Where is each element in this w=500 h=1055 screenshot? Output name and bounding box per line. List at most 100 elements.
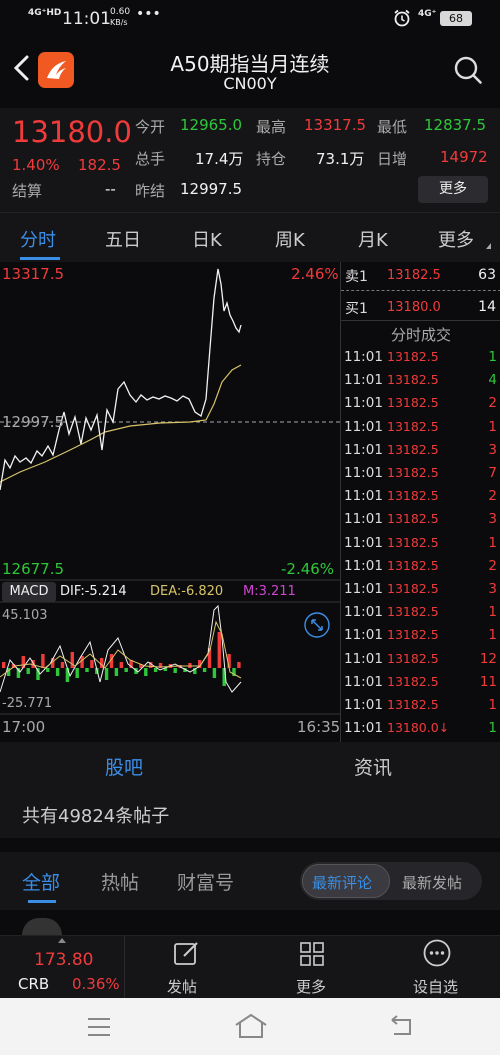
tab-weekly-k[interactable]: 周K	[275, 226, 305, 252]
m-value: M:3.211	[243, 584, 296, 599]
trade-qty: 2	[488, 395, 497, 412]
sort-latest-post[interactable]: 最新发帖	[402, 872, 462, 893]
system-nav-bar	[0, 998, 500, 1055]
trade-qty: 1	[488, 720, 497, 737]
trade-price: 13182.5	[387, 511, 439, 527]
macd-bar	[70, 652, 74, 668]
base-price-label: 12997.5	[2, 413, 65, 431]
trade-time: 11:01	[344, 650, 383, 667]
low-value: 12837.5	[424, 116, 487, 134]
trade-row: 11:01 13182.5 7	[341, 463, 500, 486]
tab-more[interactable]: 更多	[438, 226, 474, 252]
forum-subtabs: 全部 热帖 财富号 最新评论 最新发帖	[0, 852, 500, 910]
add-watchlist-button[interactable]: 设自选	[413, 976, 458, 997]
community-tabs: 股吧 资讯	[0, 742, 500, 790]
menu-icon[interactable]	[86, 1016, 112, 1038]
sell1-price: 13182.5	[387, 268, 441, 283]
macd-bar	[26, 668, 30, 674]
home-icon[interactable]	[233, 1012, 269, 1040]
macd-bar	[75, 668, 79, 678]
trade-row: 11:01 13182.5 11	[341, 672, 500, 695]
trade-time: 11:01	[344, 720, 383, 737]
trade-time: 11:01	[344, 673, 383, 690]
macd-bar	[46, 668, 50, 672]
macd-bar	[65, 668, 70, 682]
add-watchlist-icon[interactable]	[422, 938, 452, 968]
settle-label: 结算	[12, 182, 43, 200]
trade-time: 11:01	[344, 534, 383, 551]
trade-list[interactable]: 11:01 13182.5 1 11:01 13182.5 4 11:01 13182.5 2 1…	[341, 347, 500, 742]
change-value: 182.5	[78, 156, 121, 174]
subtab-wealth[interactable]: 财富号	[177, 868, 234, 895]
macd-bar	[153, 668, 158, 672]
subtab-all[interactable]: 全部	[22, 868, 60, 895]
trade-qty: 12	[479, 650, 497, 667]
trade-row: 11:01 13182.5 1	[341, 347, 500, 370]
tab-daily-k[interactable]: 日K	[192, 226, 222, 252]
macd-bar	[144, 668, 148, 676]
tab-intraday[interactable]: 分时	[20, 226, 56, 252]
more-button[interactable]: 更多	[296, 976, 326, 997]
status-bar: 4G⁺HD 11:01 0.60 KB/s ••• 4G⁺ 68	[0, 0, 500, 36]
macd-bar	[55, 668, 60, 676]
tab-monthly-k[interactable]: 月K	[358, 226, 388, 252]
back-nav-icon[interactable]	[389, 1014, 415, 1038]
buy1-price: 13180.0	[387, 300, 441, 315]
subtab-hot[interactable]: 热帖	[101, 868, 139, 895]
last-price: 13180.0	[12, 115, 132, 149]
macd-axis-min: -25.771	[2, 696, 53, 711]
trade-qty: 1	[488, 349, 497, 365]
chart-tabs: 分时 五日 日K 周K 月K 更多	[0, 212, 500, 262]
trade-price: 13182.5	[387, 627, 439, 643]
trade-qty: 1	[488, 627, 497, 644]
post-count-bar: 共有49824条帖子	[0, 790, 500, 838]
trade-qty: 1	[488, 604, 497, 621]
tab-news[interactable]: 资讯	[354, 753, 392, 780]
open-interest-value: 73.1万	[316, 150, 365, 168]
low-label: 最低	[377, 118, 408, 136]
trade-qty: 1	[488, 534, 497, 551]
trade-qty: 2	[488, 488, 497, 505]
macd-bar	[90, 660, 94, 668]
trade-price: 13182.5	[387, 418, 439, 434]
percent-axis-max: 2.46%	[291, 265, 339, 283]
post-button[interactable]: 发帖	[167, 976, 197, 997]
bottom-toolbar: 173.80 CRB 0.36% 发帖 更多 设自选	[0, 935, 500, 999]
sort-latest-comment[interactable]: 最新评论	[312, 872, 372, 893]
trade-row: 11:01 13182.5 2	[341, 556, 500, 579]
high-label: 最高	[256, 118, 287, 136]
book-separator	[341, 320, 500, 321]
fullscreen-icon[interactable]	[304, 612, 330, 638]
back-button[interactable]	[10, 54, 34, 82]
post-count: 共有49824条帖子	[22, 806, 170, 827]
ticker-widget[interactable]: 173.80 CRB 0.36%	[0, 936, 125, 999]
net-speed: 0.60	[110, 7, 131, 17]
trades-title: 分时成交	[390, 326, 451, 344]
more-notifications-icon: •••	[136, 6, 161, 22]
trade-time: 11:01	[344, 557, 383, 574]
compose-icon[interactable]	[172, 940, 202, 968]
more-quote-button[interactable]: 更多	[418, 176, 488, 203]
ticker-price: 173.80	[34, 950, 94, 970]
prev-settle-label: 昨结	[135, 182, 166, 200]
search-icon[interactable]	[452, 54, 484, 86]
trade-price: 13182.5	[387, 488, 439, 504]
trade-qty: 1	[488, 697, 497, 713]
macd-bar	[202, 668, 207, 672]
percent-axis-min: -2.46%	[281, 560, 335, 578]
tab-forum[interactable]: 股吧	[105, 753, 143, 780]
macd-bar	[60, 662, 65, 668]
trade-row: 11:01 13182.5 3	[341, 440, 500, 463]
trade-price: 13182.5	[387, 441, 439, 457]
indicator-selector[interactable]: MACD	[2, 582, 56, 602]
tab-five-day[interactable]: 五日	[105, 226, 141, 252]
trade-price: 13182.5	[387, 465, 439, 480]
daily-increase-value: 14972	[440, 148, 488, 166]
grid-icon[interactable]	[298, 940, 326, 968]
tab-active-indicator	[20, 257, 60, 260]
trade-row: 11:01 13182.5 1	[341, 417, 500, 440]
daily-increase-label: 日增	[377, 150, 408, 168]
intraday-chart[interactable]: 13317.5 2.46% 12997.5 12677.5 -2.46% MAC…	[0, 262, 340, 742]
battery-level: 68	[449, 12, 463, 25]
trade-time: 11:01	[344, 441, 383, 458]
